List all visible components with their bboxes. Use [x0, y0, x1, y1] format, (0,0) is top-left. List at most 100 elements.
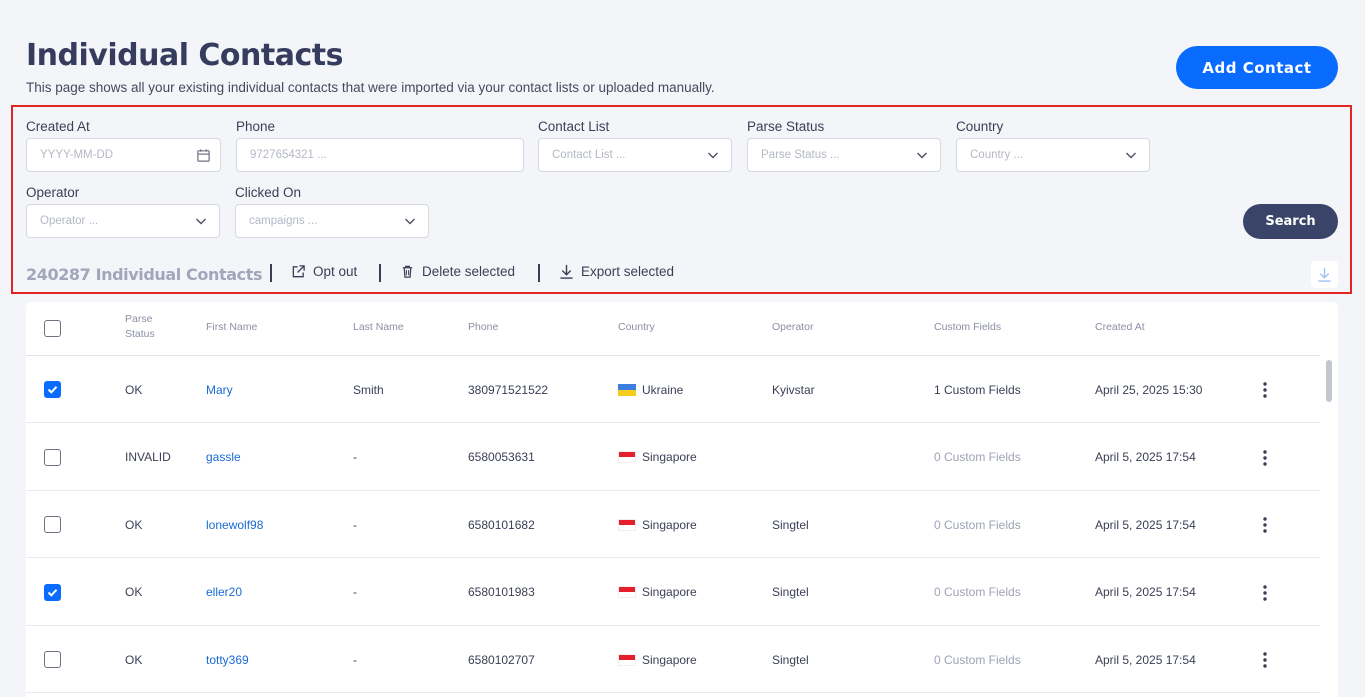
created-at-cell: April 5, 2025 17:54 — [1095, 491, 1196, 558]
last-name-cell-text: - — [353, 585, 357, 599]
first-name-link[interactable]: Mary — [206, 356, 233, 423]
last-name-cell: Smith — [353, 356, 384, 423]
created-at-date-input[interactable]: YYYY-MM-DD — [26, 138, 221, 172]
last-name-cell-text: - — [353, 517, 357, 532]
clicked-on-select[interactable]: campaigns ... — [235, 204, 429, 238]
page-title: Individual Contacts — [26, 38, 343, 73]
flag-ua-icon — [618, 383, 636, 396]
operator-cell-text: Kyivstar — [772, 382, 815, 397]
table-scrollbar[interactable] — [1324, 356, 1338, 697]
download-icon — [1318, 267, 1331, 282]
parse-status-select[interactable]: Parse Status ... — [747, 138, 941, 172]
more-vertical-icon[interactable] — [1262, 381, 1268, 399]
column-header-parse-status[interactable]: Parse Status — [125, 312, 165, 342]
created-at-label: Created At — [26, 119, 90, 134]
first-name-link-text: lonewolf98 — [206, 517, 264, 532]
last-name-cell: - — [353, 424, 357, 491]
operator-cell: Singtel — [772, 626, 809, 693]
more-vertical-icon[interactable] — [1262, 651, 1268, 669]
table-row: OK lonewolf98 - 6580101682 Singapore Singtel 0… — [26, 491, 1320, 558]
phone-label: Phone — [236, 119, 276, 134]
column-header-last-name[interactable]: Last Name — [353, 320, 404, 335]
chevron-down-icon — [1126, 152, 1136, 159]
column-header-created-at[interactable]: Created At — [1095, 320, 1145, 335]
last-name-cell-text: - — [353, 450, 357, 464]
phone-cell: 6580101682 — [468, 491, 535, 558]
operator-cell-text: Singtel — [772, 652, 809, 667]
scrollbar-thumb[interactable] — [1326, 360, 1332, 402]
row-checkbox[interactable] — [44, 381, 61, 398]
first-name-link[interactable]: totty369 — [206, 626, 249, 693]
custom-fields-cell-text: 1 Custom Fields — [934, 382, 1021, 397]
parse-status-cell: OK — [125, 356, 142, 423]
column-header-operator[interactable]: Operator — [772, 320, 813, 335]
row-checkbox[interactable] — [44, 448, 61, 466]
more-vertical-icon[interactable] — [1262, 449, 1268, 467]
chevron-down-icon — [917, 152, 927, 159]
parse-status-cell-text: OK — [125, 517, 143, 532]
operator-select[interactable]: Operator ... — [26, 204, 220, 238]
country-cell: Singapore — [618, 559, 697, 626]
country-cell-text: Singapore — [642, 652, 697, 667]
phone-cell-text: 6580101983 — [468, 585, 535, 599]
custom-fields-cell: 0 Custom Fields — [934, 491, 1021, 558]
created-at-cell-text: April 25, 2025 15:30 — [1095, 382, 1203, 397]
phone-placeholder: 9727654321 ... — [250, 149, 327, 161]
created-at-cell: April 5, 2025 17:54 — [1095, 559, 1196, 626]
download-all-button[interactable] — [1311, 261, 1338, 288]
country-label: Country — [956, 119, 1004, 134]
external-link-icon — [292, 265, 305, 278]
last-name-cell: - — [353, 559, 357, 626]
parse-status-cell-text: OK — [125, 585, 143, 599]
first-name-link-text: eller20 — [206, 585, 243, 599]
column-header-custom-fields[interactable]: Custom Fields — [934, 320, 1001, 335]
created-at-placeholder: YYYY-MM-DD — [40, 149, 114, 161]
country-select[interactable]: Country ... — [956, 138, 1150, 172]
delete-selected-button[interactable]: Delete selected — [400, 264, 515, 279]
custom-fields-cell-text: 0 Custom Fields — [934, 517, 1021, 532]
country-cell: Ukraine — [618, 356, 683, 423]
select-all-checkbox[interactable] — [44, 320, 61, 337]
clicked-on-placeholder: campaigns ... — [249, 215, 318, 227]
last-name-cell-text: Smith — [353, 382, 384, 397]
delete-selected-label: Delete selected — [422, 264, 516, 279]
phone-input[interactable]: 9727654321 ... — [236, 138, 524, 172]
country-cell-text: Singapore — [642, 585, 697, 599]
custom-fields-cell-text: 0 Custom Fields — [934, 652, 1021, 667]
country-placeholder: Country ... — [970, 149, 1024, 161]
parse-status-placeholder: Parse Status ... — [761, 149, 840, 161]
more-vertical-icon[interactable] — [1262, 516, 1268, 534]
calendar-icon[interactable] — [196, 148, 211, 163]
opt-out-button[interactable]: Opt out — [291, 264, 357, 279]
search-button[interactable]: Search — [1243, 204, 1338, 239]
row-checkbox[interactable] — [44, 583, 61, 601]
column-header-first-name[interactable]: First Name — [206, 320, 257, 335]
operator-cell-text: Singtel — [772, 585, 809, 599]
first-name-link[interactable]: eller20 — [206, 559, 242, 626]
add-contact-button[interactable]: Add Contact — [1176, 46, 1338, 89]
country-cell: Singapore — [618, 491, 697, 558]
contact-list-label: Contact List — [538, 119, 610, 134]
chevron-down-icon — [708, 152, 718, 159]
table-row: OK totty369 - 6580102707 Singapore Singtel 0 C… — [26, 626, 1320, 693]
column-header-country[interactable]: Country — [618, 320, 655, 335]
contact-list-select[interactable]: Contact List ... — [538, 138, 732, 172]
column-header-phone[interactable]: Phone — [468, 320, 498, 335]
first-name-link[interactable]: lonewolf98 — [206, 491, 263, 558]
page-description: This page shows all your existing indivi… — [26, 80, 715, 95]
row-checkbox[interactable] — [44, 651, 61, 668]
first-name-link-text: gassle — [206, 450, 241, 464]
created-at-cell-text: April 5, 2025 17:54 — [1095, 517, 1196, 532]
contacts-count: 240287 Individual Contacts — [26, 265, 263, 284]
first-name-link[interactable]: gassle — [206, 424, 241, 491]
export-selected-button[interactable]: Export selected — [559, 264, 674, 279]
phone-cell: 6580101983 — [468, 559, 535, 626]
more-vertical-icon[interactable] — [1262, 584, 1268, 602]
phone-cell-text: 6580101682 — [468, 517, 535, 532]
last-name-cell-text: - — [353, 652, 357, 667]
custom-fields-cell: 0 Custom Fields — [934, 626, 1021, 693]
checkmark-icon — [47, 588, 58, 597]
parse-status-cell: OK — [125, 559, 142, 626]
row-checkbox[interactable] — [44, 516, 61, 533]
operator-placeholder: Operator ... — [40, 215, 99, 227]
